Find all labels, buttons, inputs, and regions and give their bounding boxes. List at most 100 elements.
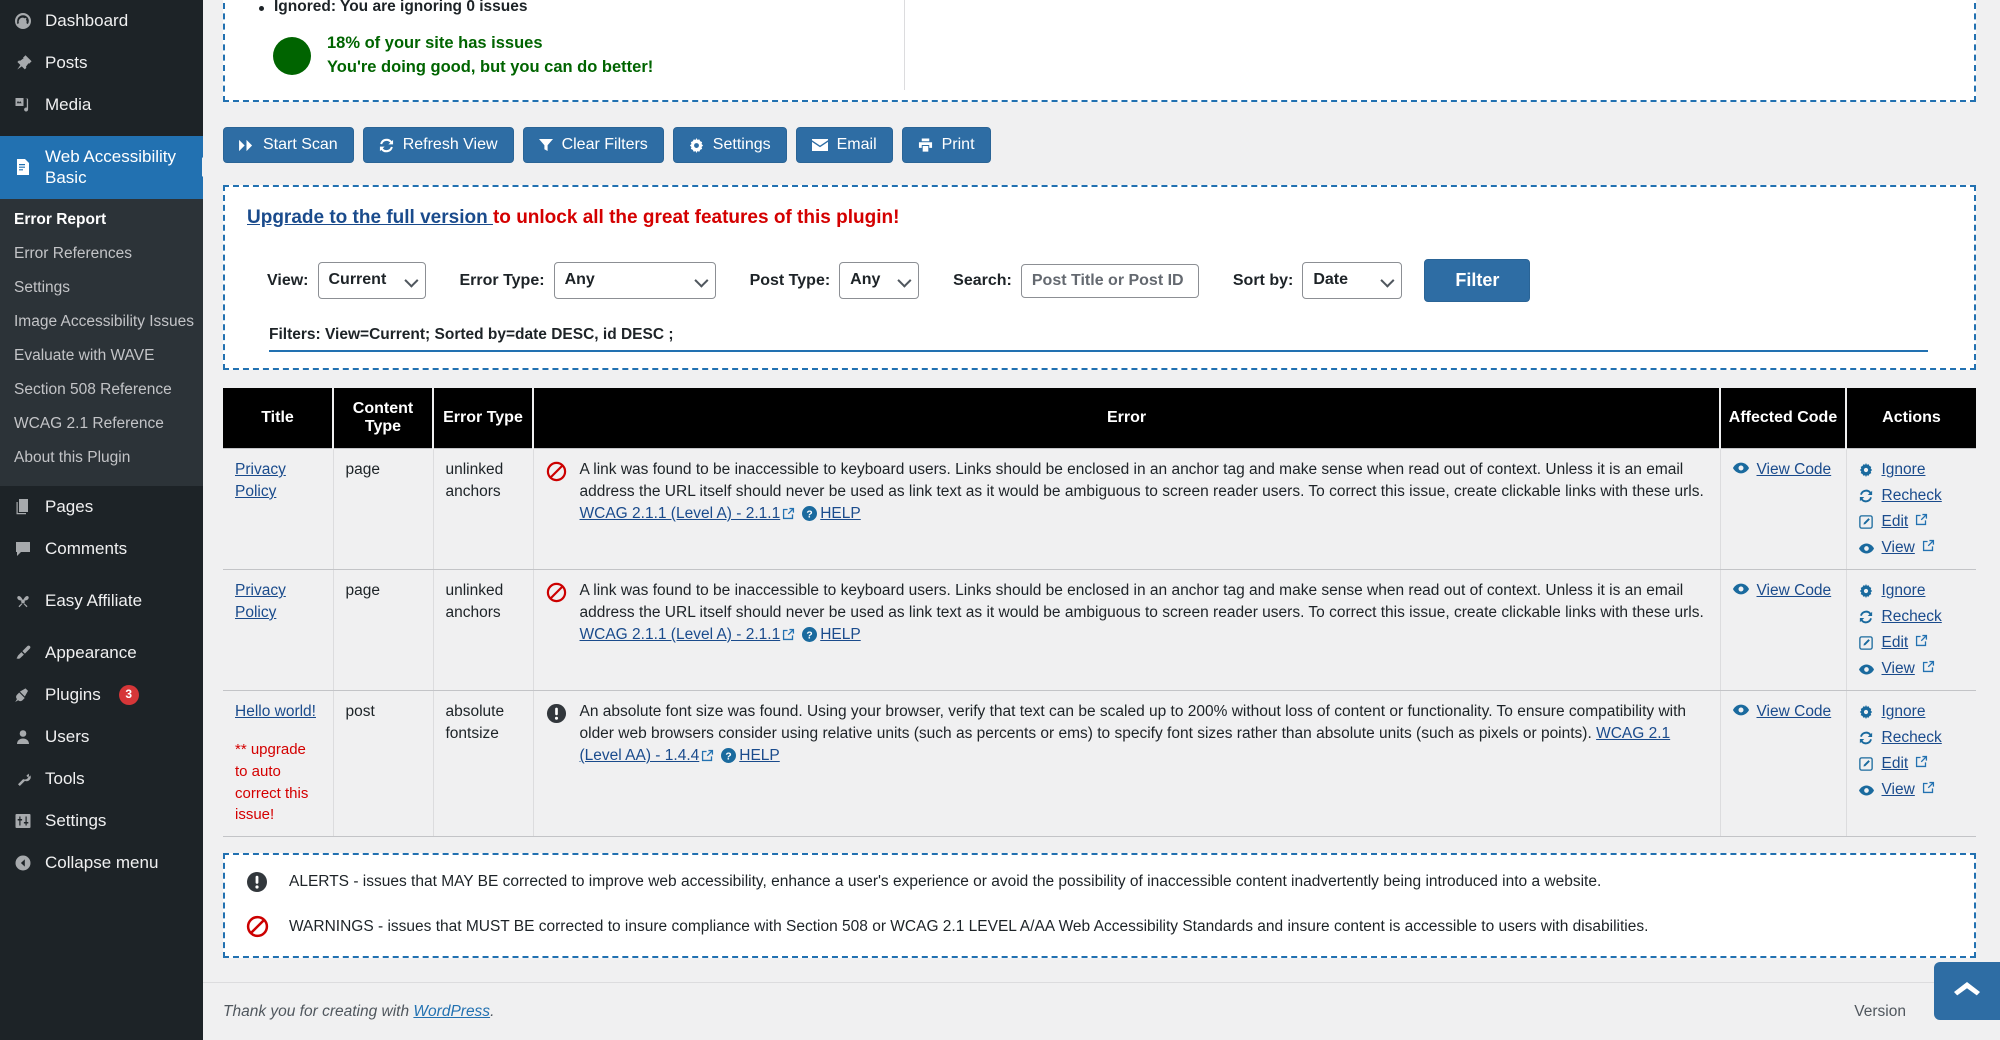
help-link[interactable]: HELP [820,626,861,643]
cell-title: Hello world! ** upgrade to auto correct … [223,691,333,837]
sidebar-item-pages[interactable]: Pages [0,486,203,528]
sidebar-item-collapse-menu[interactable]: Collapse menu [0,842,203,884]
cell-error: A link was found to be inaccessible to k… [533,570,1720,691]
user-icon [12,726,34,748]
cell-actions: Ignore Recheck Edit [1846,570,1976,691]
upgrade-link[interactable]: Upgrade to the full version [247,207,493,228]
action-edit[interactable]: Edit [1859,753,1965,775]
legend-warnings-row: WARNINGS - issues that MUST BE corrected… [245,915,1954,938]
sidebar-item-settings[interactable]: Settings [0,800,203,842]
sidebar-item-tools[interactable]: Tools [0,758,203,800]
action-ignore[interactable]: Ignore [1859,459,1965,481]
sidebar-item-label: Settings [45,810,106,831]
edit-link[interactable]: Edit [1882,753,1909,775]
view-link[interactable]: View [1882,537,1915,559]
ignored-summary-text: Ignored: You are ignoring 0 issues [274,0,528,16]
external-link-icon [782,505,795,527]
cell-affected-code: View Code [1720,691,1846,837]
sidebar-item-plugins[interactable]: Plugins 3 [0,674,203,716]
view-code-link[interactable]: View Code [1757,701,1832,723]
refresh-view-button[interactable]: Refresh View [363,127,514,163]
sidebar-subitem-section-508-reference[interactable]: Section 508 Reference [0,373,203,407]
edit-link[interactable]: Edit [1882,632,1909,654]
cell-actions: Ignore Recheck Edit [1846,691,1976,837]
sidebar-item-appearance[interactable]: Appearance [0,632,203,674]
eye-icon [1733,701,1749,723]
view-select[interactable]: Current [318,262,426,298]
sidebar-item-label: Plugins [45,684,101,705]
sidebar-item-media[interactable]: Media [0,84,203,126]
view-code-link[interactable]: View Code [1757,580,1832,602]
sidebar-item-users[interactable]: Users [0,716,203,758]
action-ignore[interactable]: Ignore [1859,580,1965,602]
sidebar-subitem-error-references[interactable]: Error References [0,237,203,271]
ignore-link[interactable]: Ignore [1882,580,1926,602]
action-ignore[interactable]: Ignore [1859,701,1965,723]
sidebar-subitem-error-report[interactable]: Error Report [0,203,203,237]
email-button[interactable]: Email [796,127,893,163]
start-scan-button[interactable]: Start Scan [223,127,354,163]
eye-icon [1733,580,1749,602]
edit-link[interactable]: Edit [1882,511,1909,533]
wordpress-link[interactable]: WordPress [413,1003,490,1020]
error-type-label: Error Type: [460,272,545,290]
sidebar-item-comments[interactable]: Comments [0,528,203,570]
sidebar-subitem-about-this-plugin[interactable]: About this Plugin [0,441,203,475]
sidebar-item-easy-affiliate[interactable]: Easy Affiliate [0,580,203,622]
row-title-link[interactable]: Privacy Policy [235,582,286,621]
action-edit[interactable]: Edit [1859,632,1965,654]
legend-alerts-row: ALERTS - issues that MAY BE corrected to… [245,871,1954,893]
sidebar-subitem-wcag-21-reference[interactable]: WCAG 2.1 Reference [0,407,203,441]
ignore-link[interactable]: Ignore [1882,459,1926,481]
refresh-view-label: Refresh View [403,137,498,153]
print-button[interactable]: Print [902,127,991,163]
settings-button[interactable]: Settings [673,127,787,163]
recheck-link[interactable]: Recheck [1882,485,1942,507]
scroll-to-top-button[interactable] [1934,962,2000,1020]
wcag-reference-link[interactable]: WCAG 2.1.1 (Level A) - 2.1.1 [580,505,781,522]
admin-screen: Dashboard Posts Media Web Accessibil [0,0,2000,1040]
recheck-link[interactable]: Recheck [1882,606,1942,628]
main-content: Ignored: You are ignoring 0 issues 18% o… [203,0,2000,1040]
view-link[interactable]: View [1882,658,1915,680]
sidebar-item-posts[interactable]: Posts [0,42,203,84]
view-link[interactable]: View [1882,779,1915,801]
action-edit[interactable]: Edit [1859,511,1965,533]
sidebar-subitem-settings[interactable]: Settings [0,271,203,305]
help-link[interactable]: HELP [739,747,780,764]
header-error-type: Error Type [433,388,533,449]
wcag-reference-link[interactable]: WCAG 2.1.1 (Level A) - 2.1.1 [580,626,781,643]
ignore-link[interactable]: Ignore [1882,701,1926,723]
cell-error: An absolute font size was found. Using y… [533,691,1720,837]
view-code-link[interactable]: View Code [1757,459,1832,481]
help-link[interactable]: HELP [820,505,861,522]
summary-panel: Ignored: You are ignoring 0 issues 18% o… [223,0,1976,102]
filter-button[interactable]: Filter [1424,259,1530,302]
comment-icon [12,538,34,560]
cell-affected-code: View Code [1720,449,1846,570]
sort-by-select-wrapper: Date [1302,262,1402,298]
filter-controls-row: View: Current Error Type: Any Post Type:… [247,259,1952,302]
action-view[interactable]: View [1859,779,1965,801]
action-view[interactable]: View [1859,658,1965,680]
row-title-link[interactable]: Privacy Policy [235,461,286,500]
sidebar-item-web-accessibility-basic[interactable]: Web Accessibility Basic [0,136,203,199]
action-recheck[interactable]: Recheck [1859,727,1965,749]
action-recheck[interactable]: Recheck [1859,606,1965,628]
row-title-link[interactable]: Hello world! [235,703,316,720]
post-type-select[interactable]: Any [839,262,919,298]
sort-by-select[interactable]: Date [1302,262,1402,298]
clear-filters-button[interactable]: Clear Filters [523,127,664,163]
action-view[interactable]: View [1859,537,1965,559]
sidebar-item-dashboard[interactable]: Dashboard [0,0,203,42]
sidebar-divider-2 [0,570,203,580]
sidebar-subitem-image-accessibility-issues[interactable]: Image Accessibility Issues [0,305,203,339]
error-type-select[interactable]: Any [554,262,716,298]
sidebar-item-label: Appearance [45,642,137,663]
sidebar-item-label: Web Accessibility Basic [45,146,203,189]
sidebar-subitem-evaluate-with-wave[interactable]: Evaluate with WAVE [0,339,203,373]
action-recheck[interactable]: Recheck [1859,485,1965,507]
recheck-link[interactable]: Recheck [1882,727,1942,749]
summary-right-empty [905,0,1954,90]
search-input[interactable] [1021,264,1199,298]
